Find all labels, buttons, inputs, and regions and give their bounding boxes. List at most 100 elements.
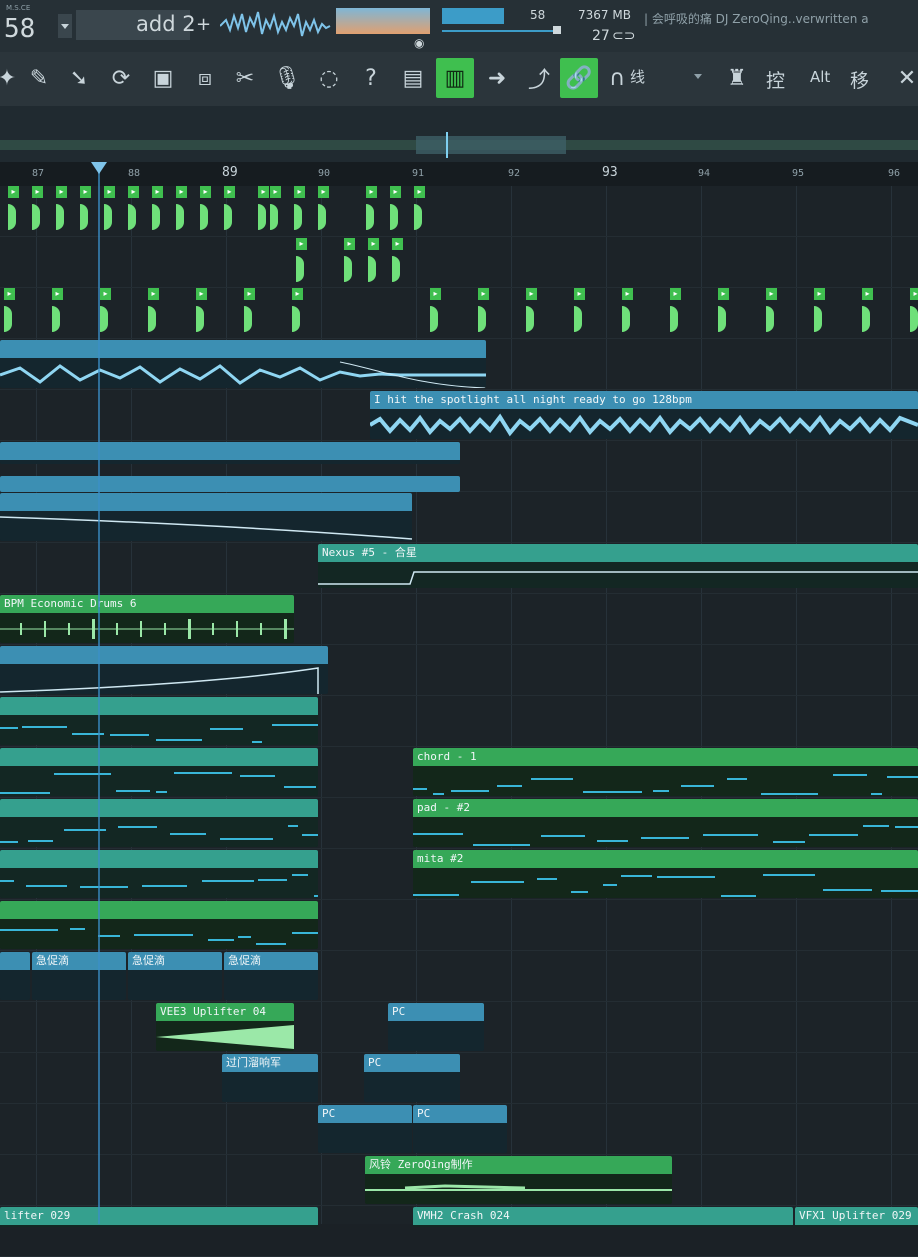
pattern-clip-pc[interactable]: PC xyxy=(413,1105,507,1153)
paste-icon[interactable]: ⧈ xyxy=(186,58,224,98)
sample-slice[interactable]: ▸ xyxy=(366,186,377,236)
add-pattern-button[interactable]: + xyxy=(196,14,211,35)
track-row[interactable] xyxy=(0,237,918,288)
automation-clip[interactable] xyxy=(0,493,412,541)
sample-slice[interactable]: ▸ xyxy=(148,288,159,338)
pattern-clip[interactable] xyxy=(0,697,318,745)
sample-slice[interactable]: ▸ xyxy=(430,288,441,338)
sample-slice[interactable]: ▸ xyxy=(368,238,379,288)
pattern-clip-pc[interactable]: PC xyxy=(318,1105,412,1153)
sample-slice[interactable]: ▸ xyxy=(258,186,269,236)
pattern-clip[interactable] xyxy=(0,748,318,796)
sample-slice[interactable]: ▸ xyxy=(766,288,777,338)
close-icon[interactable]: ✕ xyxy=(888,58,918,98)
sample-slice[interactable]: ▸ xyxy=(244,288,255,338)
sample-slice[interactable]: ▸ xyxy=(344,238,355,288)
track-row[interactable] xyxy=(0,288,918,339)
pattern-clip[interactable] xyxy=(0,799,318,847)
sample-slice[interactable]: ▸ xyxy=(622,288,633,338)
audio-clip-uplifter[interactable]: VEE3 Uplifter 04 xyxy=(156,1003,294,1051)
snap-dropdown-icon[interactable] xyxy=(694,74,702,79)
sample-slice[interactable]: ▸ xyxy=(478,288,489,338)
curve-icon[interactable]: ⤴ xyxy=(520,58,558,98)
chat-icon[interactable]: ◌ xyxy=(310,58,348,98)
midi-note xyxy=(220,838,273,840)
automation-clip-nexus[interactable]: Nexus #5 - 合星 xyxy=(318,544,918,588)
sample-slice[interactable]: ▸ xyxy=(292,288,303,338)
sample-slice[interactable]: ▸ xyxy=(318,186,329,236)
piano-roll-icon[interactable]: ▥ xyxy=(436,58,474,98)
link-icon[interactable]: 🔗 xyxy=(560,58,598,98)
sample-slice[interactable]: ▸ xyxy=(200,186,211,236)
song-overview[interactable] xyxy=(0,106,918,162)
sample-slice[interactable]: ▸ xyxy=(270,186,281,236)
sample-slice[interactable]: ▸ xyxy=(574,288,585,338)
tempo-dropdown-icon[interactable] xyxy=(58,14,72,38)
audio-clip-drums[interactable]: BPM Economic Drums 6 xyxy=(0,595,294,643)
audio-clip-crash[interactable]: VMH2 Crash 024 xyxy=(413,1207,793,1227)
sample-slice[interactable]: ▸ xyxy=(56,186,67,236)
sample-slice[interactable]: ▸ xyxy=(296,238,307,288)
sample-slice[interactable]: ▸ xyxy=(32,186,43,236)
browser-icon[interactable]: ▤ xyxy=(394,58,432,98)
sample-slice[interactable]: ▸ xyxy=(526,288,537,338)
save-icon[interactable]: ▣ xyxy=(144,58,182,98)
sample-slice[interactable]: ▸ xyxy=(670,288,681,338)
sample-slice[interactable]: ▸ xyxy=(814,288,825,338)
sample-slice[interactable]: ▸ xyxy=(390,186,401,236)
pattern-clip[interactable] xyxy=(0,952,30,1000)
sample-slice[interactable]: ▸ xyxy=(718,288,729,338)
pattern-clip-pc[interactable]: PC xyxy=(388,1003,484,1051)
automation-clip-riser[interactable] xyxy=(0,646,328,694)
pattern-clip[interactable] xyxy=(0,850,318,898)
playhead[interactable] xyxy=(98,162,100,1224)
cut-icon[interactable]: ✂ xyxy=(226,58,264,98)
pattern-clip-guomen[interactable]: 过门溜响军 xyxy=(222,1054,318,1102)
pattern-clip-pc[interactable]: PC xyxy=(364,1054,460,1102)
sample-slice[interactable]: ▸ xyxy=(176,186,187,236)
audio-clip-fengling[interactable]: 风铃 ZeroQing制作 xyxy=(365,1156,672,1204)
select-arrow-icon[interactable]: ➘ xyxy=(60,58,98,98)
next-arrow-icon[interactable]: ➜ xyxy=(478,58,516,98)
sample-slice[interactable]: ▸ xyxy=(392,238,403,288)
paint-tool-icon[interactable]: ✎ xyxy=(20,58,58,98)
microphone-icon[interactable]: 🎙 xyxy=(268,58,306,98)
pattern-clip[interactable] xyxy=(0,901,318,949)
move-button[interactable]: 移 xyxy=(850,66,869,93)
pattern-clip-mita[interactable]: mita #2 xyxy=(413,850,918,898)
sample-slice[interactable]: ▸ xyxy=(862,288,873,338)
playhead-marker[interactable] xyxy=(91,162,107,174)
sample-slice[interactable]: ▸ xyxy=(152,186,163,236)
visibility-icon[interactable]: ◉ xyxy=(414,36,424,50)
sample-slice[interactable]: ▸ xyxy=(128,186,139,236)
sample-slice[interactable]: ▸ xyxy=(224,186,235,236)
pattern-clip-cuxiao[interactable]: 急促滴 xyxy=(128,952,222,1000)
loop-icon[interactable]: ⟳ xyxy=(102,58,140,98)
snap-selector[interactable]: 线 xyxy=(630,66,645,87)
clip-blue-bar[interactable] xyxy=(0,476,460,492)
sample-slice[interactable]: ▸ xyxy=(196,288,207,338)
sample-slice[interactable]: ▸ xyxy=(910,288,918,338)
sample-slice[interactable]: ▸ xyxy=(80,186,91,236)
sample-slice[interactable]: ▸ xyxy=(52,288,63,338)
audio-clip-uplifter029[interactable]: lifter 029 xyxy=(0,1207,318,1227)
audio-clip-spotlight[interactable]: I hit the spotlight all night ready to g… xyxy=(370,391,918,439)
help-icon[interactable]: ? xyxy=(352,58,390,98)
control-button[interactable]: 控 xyxy=(766,66,785,93)
clip-blue-bar[interactable] xyxy=(0,442,460,464)
stamp-icon[interactable]: ♜ xyxy=(718,58,756,98)
sample-slice[interactable]: ▸ xyxy=(414,186,425,236)
pattern-clip-cuxiao[interactable]: 急促滴 xyxy=(224,952,318,1000)
pattern-clip-pad[interactable]: pad - #2 xyxy=(413,799,918,847)
audio-clip-intro[interactable] xyxy=(0,340,486,388)
audio-clip-vfx[interactable]: VFX1 Uplifter 029 xyxy=(795,1207,918,1227)
sample-slice[interactable]: ▸ xyxy=(104,186,115,236)
sample-slice[interactable]: ▸ xyxy=(100,288,111,338)
pattern-clip-chord[interactable]: chord - 1 xyxy=(413,748,918,796)
sample-slice[interactable]: ▸ xyxy=(8,186,19,236)
sample-slice[interactable]: ▸ xyxy=(294,186,305,236)
pattern-clip-cuxiao[interactable]: 急促滴 xyxy=(32,952,126,1000)
sample-slice[interactable]: ▸ xyxy=(4,288,15,338)
alt-button[interactable]: Alt xyxy=(810,68,830,86)
tempo-display[interactable]: 58 xyxy=(4,14,35,44)
